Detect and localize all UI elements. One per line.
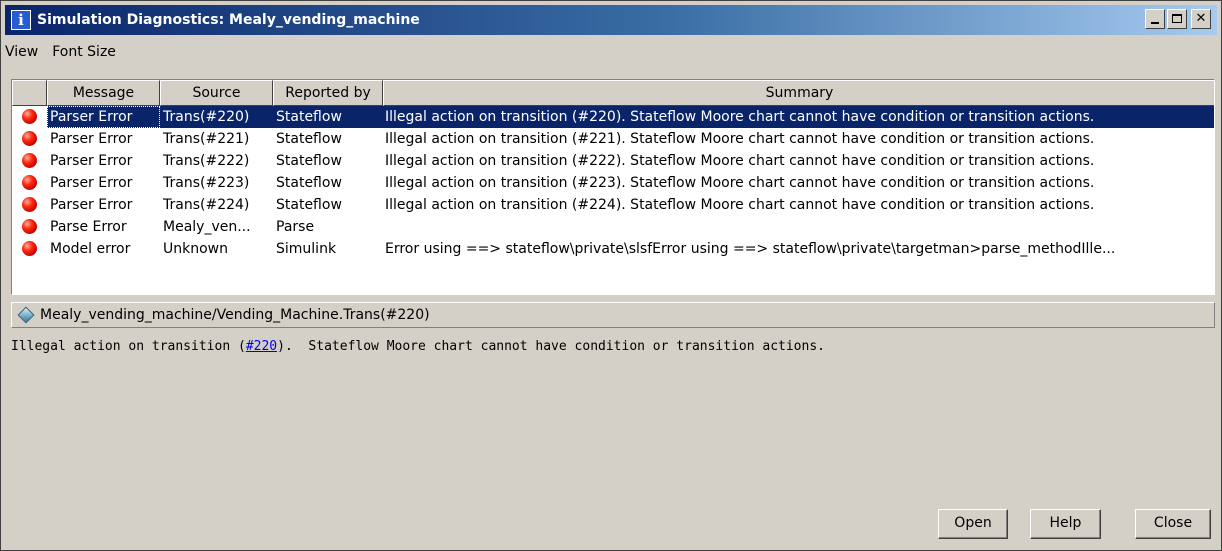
object-path: Mealy_vending_machine/Vending_Machine.Tr… bbox=[40, 307, 430, 323]
summary-cell: Illegal action on transition (#223). Sta… bbox=[385, 175, 1095, 191]
transition-link[interactable]: #220 bbox=[246, 339, 277, 354]
error-icon-cell bbox=[12, 128, 47, 150]
table-row[interactable]: Parser Error Trans(#224) Stateflow Illeg… bbox=[12, 194, 1214, 216]
message-cell: Parse Error bbox=[50, 219, 127, 235]
diagnostics-window: i Simulation Diagnostics: Mealy_vending_… bbox=[0, 0, 1222, 551]
error-icon bbox=[22, 131, 37, 146]
error-icon-cell bbox=[12, 238, 47, 260]
error-icon-cell bbox=[12, 150, 47, 172]
error-icon bbox=[22, 197, 37, 212]
close-window-button[interactable]: ✕ bbox=[1191, 9, 1211, 29]
error-icon-cell bbox=[12, 172, 47, 194]
reported-by-cell: Simulink bbox=[276, 241, 337, 257]
table-body: Parser Error Trans(#220) Stateflow Illeg… bbox=[12, 106, 1214, 260]
summary-cell: Illegal action on transition (#222). Sta… bbox=[385, 153, 1095, 169]
error-icon bbox=[22, 241, 37, 256]
reported-by-cell: Stateflow bbox=[276, 175, 342, 191]
table-row[interactable]: Parser Error Trans(#220) Stateflow Illeg… bbox=[12, 106, 1214, 128]
window-controls: ✕ bbox=[1143, 9, 1211, 29]
close-button[interactable]: Close bbox=[1135, 509, 1211, 539]
source-cell: Trans(#220) bbox=[160, 106, 273, 128]
object-path-bar: Mealy_vending_machine/Vending_Machine.Tr… bbox=[11, 302, 1215, 328]
minimize-icon bbox=[1151, 22, 1159, 24]
transition-object-icon bbox=[17, 306, 35, 324]
close-icon: ✕ bbox=[1195, 11, 1207, 26]
reported-by-cell: Stateflow bbox=[276, 197, 342, 213]
reported-by-cell: Stateflow bbox=[273, 106, 383, 128]
summary-cell: Error using ==> stateflow\private\slsfEr… bbox=[385, 241, 1116, 257]
error-icon-cell bbox=[12, 106, 47, 128]
column-header-icon[interactable] bbox=[12, 80, 47, 106]
source-cell: Unknown bbox=[163, 241, 228, 257]
reported-by-cell: Stateflow bbox=[276, 131, 342, 147]
table-row[interactable]: Parser Error Trans(#223) Stateflow Illeg… bbox=[12, 172, 1214, 194]
error-icon bbox=[22, 175, 37, 190]
detail-suffix: ). Stateflow Moore chart cannot have con… bbox=[277, 339, 825, 354]
menu-bar: View Font Size bbox=[5, 39, 124, 65]
open-button[interactable]: Open bbox=[938, 509, 1008, 539]
column-header-source[interactable]: Source bbox=[160, 80, 273, 106]
summary-cell: Illegal action on transition (#224). Sta… bbox=[385, 197, 1095, 213]
table-row[interactable]: Parser Error Trans(#222) Stateflow Illeg… bbox=[12, 150, 1214, 172]
menu-view[interactable]: View bbox=[5, 44, 46, 60]
column-header-summary[interactable]: Summary bbox=[383, 80, 1214, 106]
table-row[interactable]: Model error Unknown Simulink Error using… bbox=[12, 238, 1214, 260]
message-detail: Illegal action on transition (#220). Sta… bbox=[11, 339, 1215, 369]
summary-cell bbox=[383, 216, 1214, 238]
minimize-button[interactable] bbox=[1145, 9, 1165, 29]
detail-prefix: Illegal action on transition ( bbox=[11, 339, 246, 354]
table-row[interactable]: Parse Error Mealy_ven... Parse bbox=[12, 216, 1214, 238]
error-icon bbox=[22, 153, 37, 168]
source-cell: Trans(#221) bbox=[163, 131, 250, 147]
source-cell: Trans(#222) bbox=[163, 153, 250, 169]
error-icon-cell bbox=[12, 194, 47, 216]
message-cell: Parser Error bbox=[50, 197, 133, 213]
column-header-message[interactable]: Message bbox=[47, 80, 160, 106]
reported-by-cell: Parse bbox=[276, 219, 315, 235]
table-header: Message Source Reported by Summary bbox=[12, 80, 1214, 106]
error-icon-cell bbox=[12, 216, 47, 238]
window-title: Simulation Diagnostics: Mealy_vending_ma… bbox=[37, 12, 420, 28]
diagnostics-table: Message Source Reported by Summary Parse… bbox=[11, 79, 1215, 295]
maximize-button[interactable] bbox=[1167, 9, 1187, 29]
summary-cell: Illegal action on transition (#221). Sta… bbox=[385, 131, 1095, 147]
title-bar[interactable]: i Simulation Diagnostics: Mealy_vending_… bbox=[5, 5, 1217, 35]
source-cell: Trans(#224) bbox=[163, 197, 250, 213]
message-cell: Parser Error bbox=[50, 175, 133, 191]
summary-cell: Illegal action on transition (#220). Sta… bbox=[383, 106, 1214, 128]
message-cell: Model error bbox=[50, 241, 131, 257]
table-row[interactable]: Parser Error Trans(#221) Stateflow Illeg… bbox=[12, 128, 1214, 150]
source-cell: Trans(#223) bbox=[163, 175, 250, 191]
message-cell: Parser Error bbox=[47, 106, 160, 128]
column-header-reported-by[interactable]: Reported by bbox=[273, 80, 383, 106]
maximize-icon bbox=[1172, 14, 1182, 23]
message-cell: Parser Error bbox=[50, 131, 133, 147]
help-button[interactable]: Help bbox=[1030, 509, 1101, 539]
reported-by-cell: Stateflow bbox=[276, 153, 342, 169]
source-cell: Mealy_ven... bbox=[163, 219, 251, 235]
error-icon bbox=[22, 219, 37, 234]
error-icon bbox=[22, 109, 37, 124]
info-icon: i bbox=[11, 10, 31, 30]
message-cell: Parser Error bbox=[50, 153, 133, 169]
menu-font-size[interactable]: Font Size bbox=[52, 44, 124, 60]
